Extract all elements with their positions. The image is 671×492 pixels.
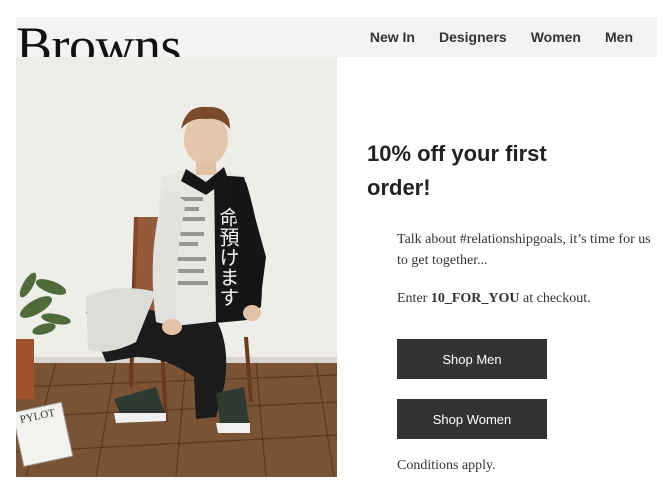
nav-designers[interactable]: Designers xyxy=(439,29,507,45)
nav-new-in[interactable]: New In xyxy=(370,29,415,45)
promo-code-suffix: at checkout. xyxy=(519,291,591,306)
nav-men[interactable]: Men xyxy=(605,29,633,45)
promo-code: 10_FOR_YOU xyxy=(430,291,520,306)
hero-image: PYLOT 命預けます xyxy=(16,57,337,477)
shop-men-button[interactable]: Shop Men xyxy=(397,339,547,379)
promo-code-line: Enter 10_FOR_YOU at checkout. xyxy=(397,288,655,309)
browns-logo[interactable]: Browns xyxy=(16,19,182,57)
shirt-print-text: 命預けます xyxy=(216,207,240,307)
site-header: Browns New In Designers Women Men xyxy=(16,17,657,57)
promo-title: 10% off your first order! xyxy=(367,141,547,200)
shop-women-button[interactable]: Shop Women xyxy=(397,399,547,439)
conditions-text: Conditions apply. xyxy=(397,458,496,473)
main-nav: New In Designers Women Men xyxy=(346,17,633,57)
model-photo-illustration: PYLOT 命預けます xyxy=(16,57,337,477)
promo-description: Talk about #relationshipgoals, it’s time… xyxy=(397,232,651,268)
promo-code-prefix: Enter xyxy=(397,291,431,306)
nav-women[interactable]: Women xyxy=(531,29,581,45)
